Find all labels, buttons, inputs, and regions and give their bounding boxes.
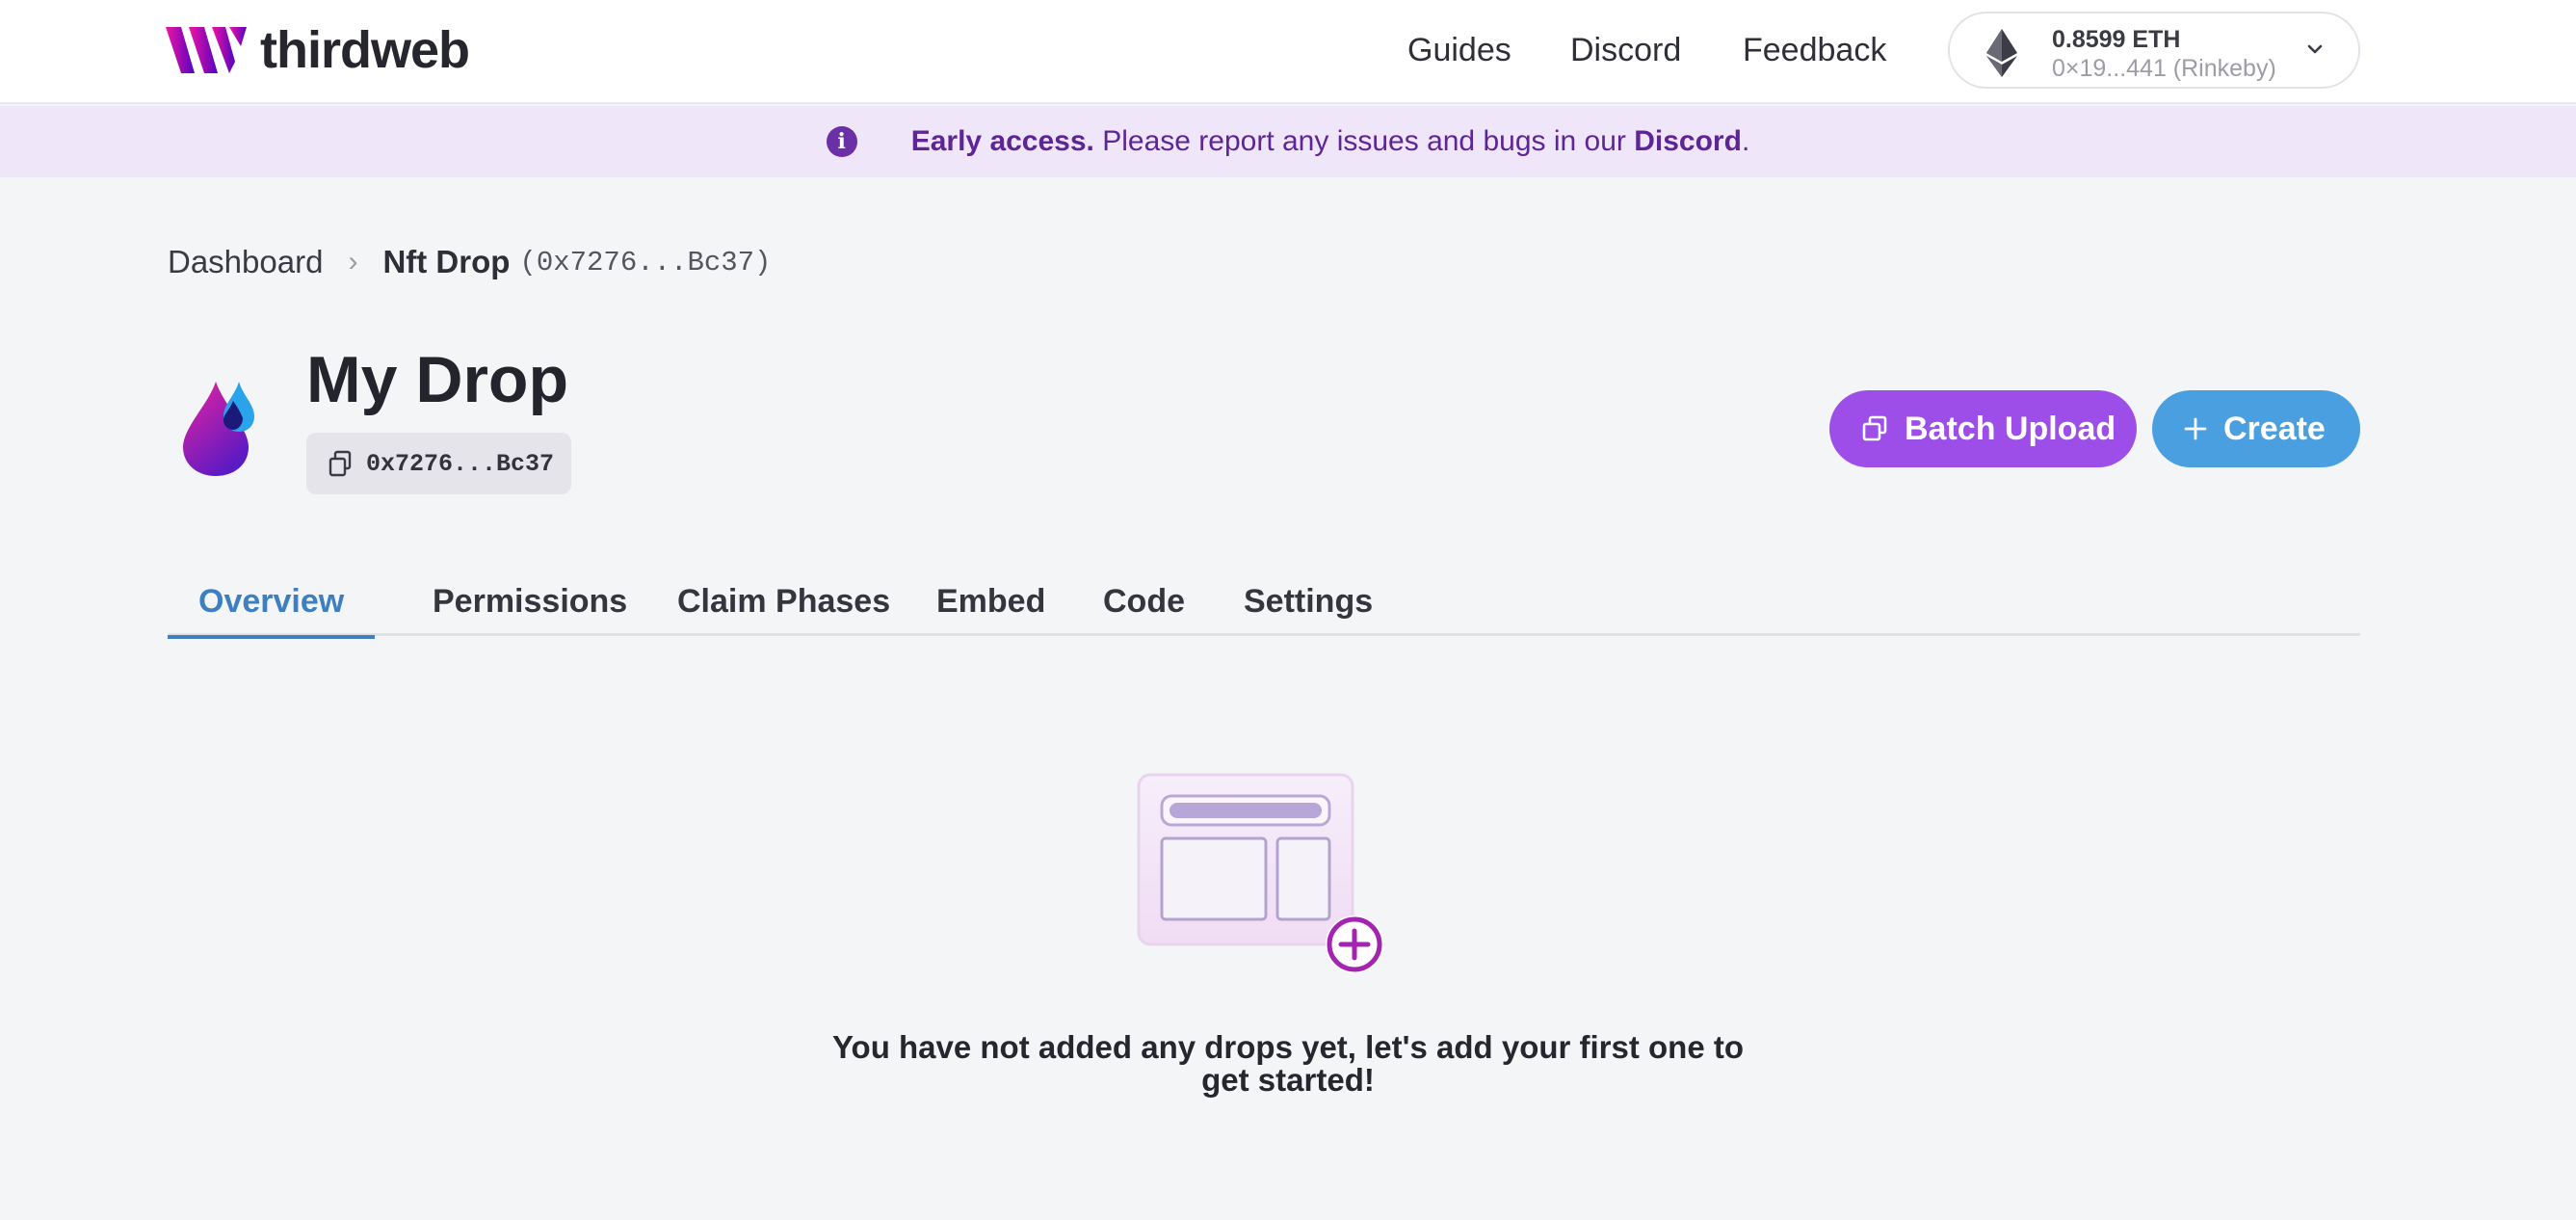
tab-settings[interactable]: Settings [1213, 574, 1404, 636]
banner-text: Please report any issues and bugs in our [1093, 125, 1635, 157]
nav-feedback[interactable]: Feedback [1743, 29, 1886, 71]
copy-icon [329, 450, 352, 477]
breadcrumb-address: (0x7276...Bc37) [519, 246, 772, 278]
chevron-down-icon [2307, 44, 2323, 54]
nav-discord[interactable]: Discord [1570, 29, 1681, 71]
batch-upload-button[interactable]: Batch Upload [1829, 390, 2137, 467]
plus-icon [2184, 417, 2207, 440]
empty-state-message: You have not added any drops yet, let's … [831, 1029, 1745, 1098]
batch-upload-icon [1862, 415, 1887, 441]
tab-overview[interactable]: Overview [168, 574, 376, 639]
thirdweb-mark-icon [166, 27, 247, 73]
batch-upload-label: Batch Upload [1905, 410, 2116, 447]
breadcrumb: Dashboard › Nft Drop (0x7276...Bc37) [168, 241, 771, 283]
create-button[interactable]: Create [2152, 390, 2360, 467]
tab-code[interactable]: Code [1072, 574, 1216, 636]
tab-claim-phases[interactable]: Claim Phases [646, 574, 921, 636]
banner-discord-link[interactable]: Discord [1634, 125, 1742, 157]
page-title: My Drop [306, 343, 568, 416]
banner-message: Early access. Please report any issues a… [911, 122, 1750, 161]
wallet-balance: 0.8599 ETH [2052, 26, 2181, 53]
tab-bar: Overview Permissions Claim Phases Embed … [168, 574, 2360, 639]
nav-guides[interactable]: Guides [1407, 29, 1511, 71]
banner-end: . [1741, 125, 1750, 157]
tab-embed[interactable]: Embed [906, 574, 1076, 636]
contract-address: 0x7276...Bc37 [366, 449, 555, 478]
thirdweb-logo[interactable]: thirdweb [166, 21, 470, 79]
early-access-banner: i Early access. Please report any issues… [0, 106, 2576, 177]
nft-drop-icon [183, 382, 254, 476]
copy-address-button[interactable]: 0x7276...Bc37 [306, 433, 571, 494]
wallet-address: 0×19...441 (Rinkeby) [2052, 55, 2276, 82]
empty-state-illustration [1137, 773, 1383, 973]
info-icon: i [826, 126, 857, 157]
breadcrumb-dashboard[interactable]: Dashboard [168, 244, 323, 280]
brand-name: thirdweb [260, 21, 470, 79]
tab-permissions[interactable]: Permissions [402, 574, 658, 636]
banner-bold: Early access. [910, 125, 1094, 157]
chevron-right-icon: › [348, 246, 358, 278]
ethereum-icon [1986, 29, 2017, 77]
breadcrumb-current: Nft Drop [382, 244, 511, 279]
wallet-button[interactable]: 0.8599 ETH 0×19...441 (Rinkeby) [1948, 12, 2360, 89]
create-label: Create [2223, 410, 2326, 447]
top-header: thirdweb Guides Discord Feedback 0.8599 … [0, 0, 2576, 104]
